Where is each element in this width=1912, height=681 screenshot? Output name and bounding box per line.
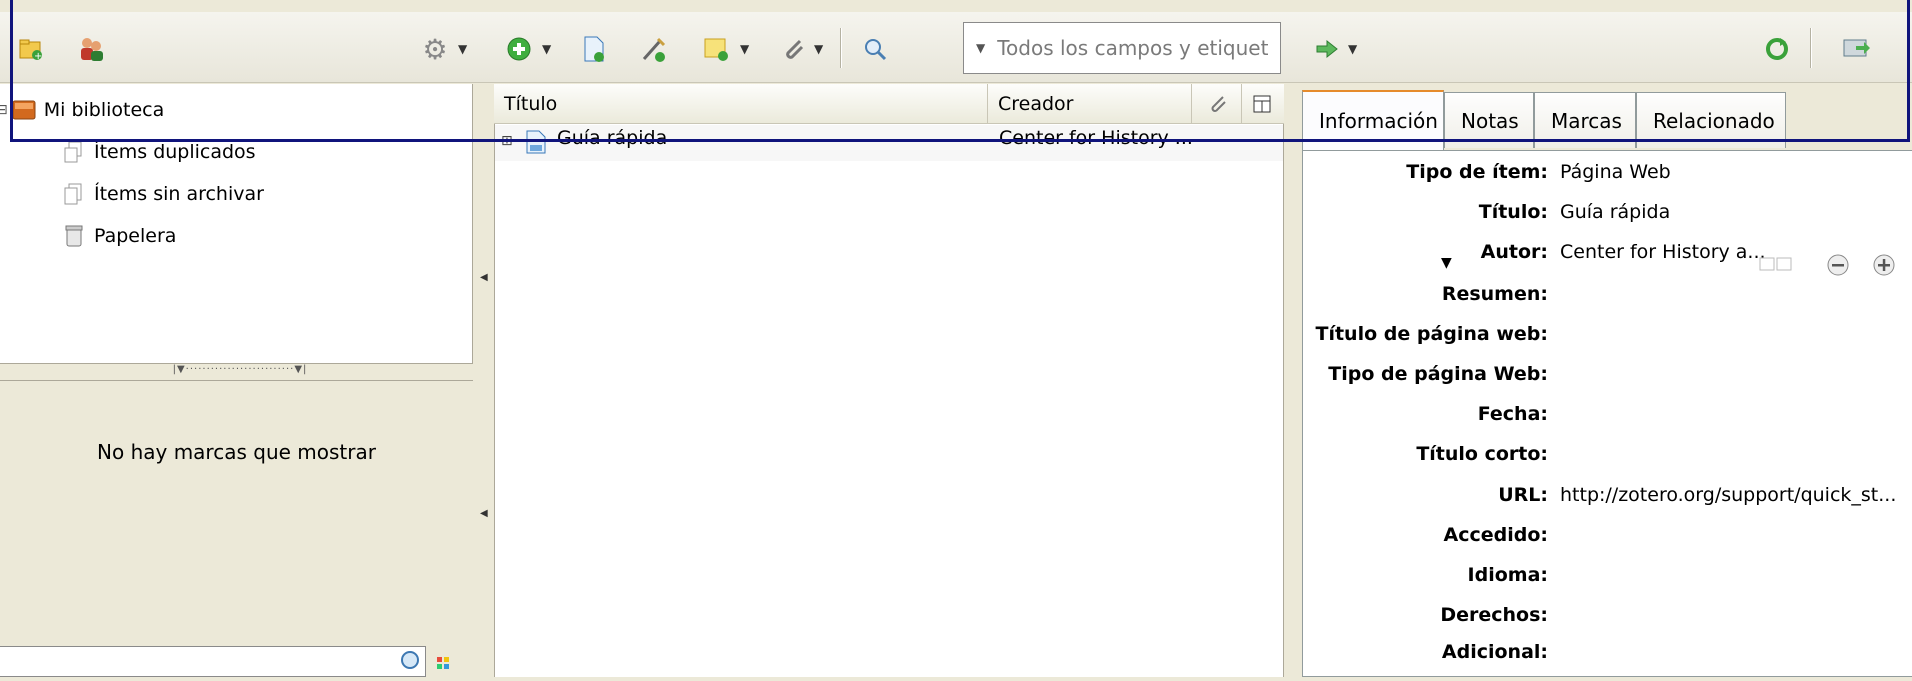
field-label: Autor: (1480, 241, 1548, 263)
unfiled-icon (62, 182, 86, 206)
attachment-dropdown-icon[interactable]: ▼ (814, 42, 823, 56)
tag-actions-icon[interactable] (436, 656, 456, 681)
gear-icon[interactable]: ⚙ (418, 32, 452, 66)
toolbar-separator-right (1810, 28, 1812, 68)
collapse-left-icon[interactable]: ◀ (480, 272, 488, 283)
remove-creator-icon[interactable] (1826, 253, 1850, 282)
collection-label: Ítems duplicados (94, 141, 256, 163)
field-label: Idioma: (1467, 564, 1548, 586)
locate-dropdown-icon[interactable]: ▼ (1348, 42, 1357, 56)
field-label: Derechos: (1440, 604, 1548, 626)
new-group-icon[interactable] (74, 32, 108, 66)
attachment-icon[interactable] (776, 32, 810, 66)
svg-text:+: + (34, 51, 42, 61)
collection-unfiled[interactable]: Ítems sin archivar (62, 176, 264, 212)
new-item-icon[interactable] (502, 32, 536, 66)
column-creator[interactable]: Creador (988, 84, 1192, 124)
library-icon (12, 98, 36, 122)
tab-label: Marcas (1551, 108, 1622, 133)
switch-name-fields-icon[interactable] (1759, 256, 1793, 279)
field-label: Título de página web: (1315, 323, 1549, 345)
search-mode-dropdown-icon[interactable]: ▼ (976, 41, 985, 55)
main-toolbar (0, 12, 1912, 83)
field-label: Tipo de página Web: (1328, 363, 1548, 385)
column-title-label: Título (504, 93, 558, 115)
column-title[interactable]: Título (494, 84, 988, 124)
expand-icon[interactable]: ⊞ (501, 133, 513, 149)
tag-selector (0, 380, 473, 678)
tag-filter-input[interactable] (0, 646, 426, 677)
tab-label: Notas (1461, 108, 1519, 133)
field-value[interactable]: http://zotero.org/support/quick_st... (1560, 484, 1896, 506)
left-pane-splitter[interactable]: |▼··························▼| (130, 364, 350, 375)
tag-search-icon (398, 648, 424, 680)
table-row[interactable]: ⊞ Guía rápida Center for History ... (495, 125, 1283, 161)
trash-icon (62, 224, 86, 248)
items-tree (494, 84, 1284, 677)
attachment-column-icon (1211, 96, 1226, 112)
tab-label: Información (1319, 109, 1438, 133)
new-item-dropdown-icon[interactable]: ▼ (542, 42, 551, 56)
no-tags-message: No hay marcas que mostrar (97, 440, 376, 464)
add-by-identifier-icon[interactable] (637, 32, 671, 66)
fullscreen-icon[interactable] (1840, 32, 1874, 66)
collapse-left-icon-2[interactable]: ◀ (480, 508, 488, 519)
collapse-icon[interactable]: ⊟ (0, 102, 8, 118)
info-panel (1302, 150, 1912, 677)
column-picker-icon (1253, 95, 1271, 113)
tab-label: Relacionado (1653, 108, 1775, 133)
field-label: Accedido: (1443, 524, 1548, 546)
new-note-doc-icon[interactable] (577, 32, 611, 66)
collection-label: Mi biblioteca (43, 99, 165, 121)
field-value[interactable]: Página Web (1560, 161, 1671, 183)
tab-information[interactable]: Información (1302, 90, 1444, 150)
search-placeholder: Todos los campos y etiquet (997, 36, 1269, 60)
collection-label: Ítems sin archivar (94, 183, 264, 205)
collection-label: Papelera (94, 225, 177, 247)
author-expand-icon[interactable]: ▼ (1441, 255, 1452, 271)
collection-duplicates[interactable]: Ítems duplicados (62, 134, 256, 170)
gear-dropdown-icon[interactable]: ▼ (458, 42, 467, 56)
sync-icon[interactable] (1760, 32, 1794, 66)
field-value[interactable]: Guía rápida (1560, 201, 1670, 223)
collection-my-library[interactable]: ⊟ Mi biblioteca (0, 92, 164, 128)
field-label: Título: (1478, 201, 1548, 223)
toolbar-separator (840, 28, 842, 68)
tab-notes[interactable]: Notas (1444, 92, 1534, 148)
item-creator: Center for History ... (999, 127, 1193, 149)
column-attachments[interactable] (1192, 84, 1242, 124)
vertical-splitter[interactable]: ◀ ◀ (474, 84, 494, 677)
locate-icon[interactable] (1310, 32, 1344, 66)
field-label: Resumen: (1441, 283, 1548, 305)
field-label: Fecha: (1477, 403, 1548, 425)
advanced-search-icon[interactable] (858, 32, 892, 66)
webpage-item-icon (525, 129, 547, 160)
new-collection-icon[interactable]: + (14, 32, 48, 66)
column-picker[interactable] (1242, 84, 1282, 124)
collection-trash[interactable]: Papelera (62, 218, 176, 254)
tab-tags[interactable]: Marcas (1534, 92, 1636, 148)
field-label: Título corto: (1416, 443, 1548, 465)
field-label: URL: (1498, 484, 1548, 506)
field-label: Tipo de ítem: (1406, 161, 1548, 183)
add-creator-icon[interactable] (1872, 253, 1896, 282)
field-label: Adicional: (1441, 641, 1548, 663)
field-value[interactable]: Center for History a... (1560, 241, 1766, 263)
duplicates-icon (62, 140, 86, 164)
tab-related[interactable]: Relacionado (1636, 92, 1786, 148)
search-input[interactable]: ▼ Todos los campos y etiquet (963, 22, 1281, 74)
item-title: Guía rápida (557, 127, 668, 149)
new-note-icon[interactable] (700, 32, 734, 66)
items-column-header: Título Creador (494, 84, 1284, 124)
column-creator-label: Creador (998, 93, 1074, 115)
new-note-dropdown-icon[interactable]: ▼ (740, 42, 749, 56)
